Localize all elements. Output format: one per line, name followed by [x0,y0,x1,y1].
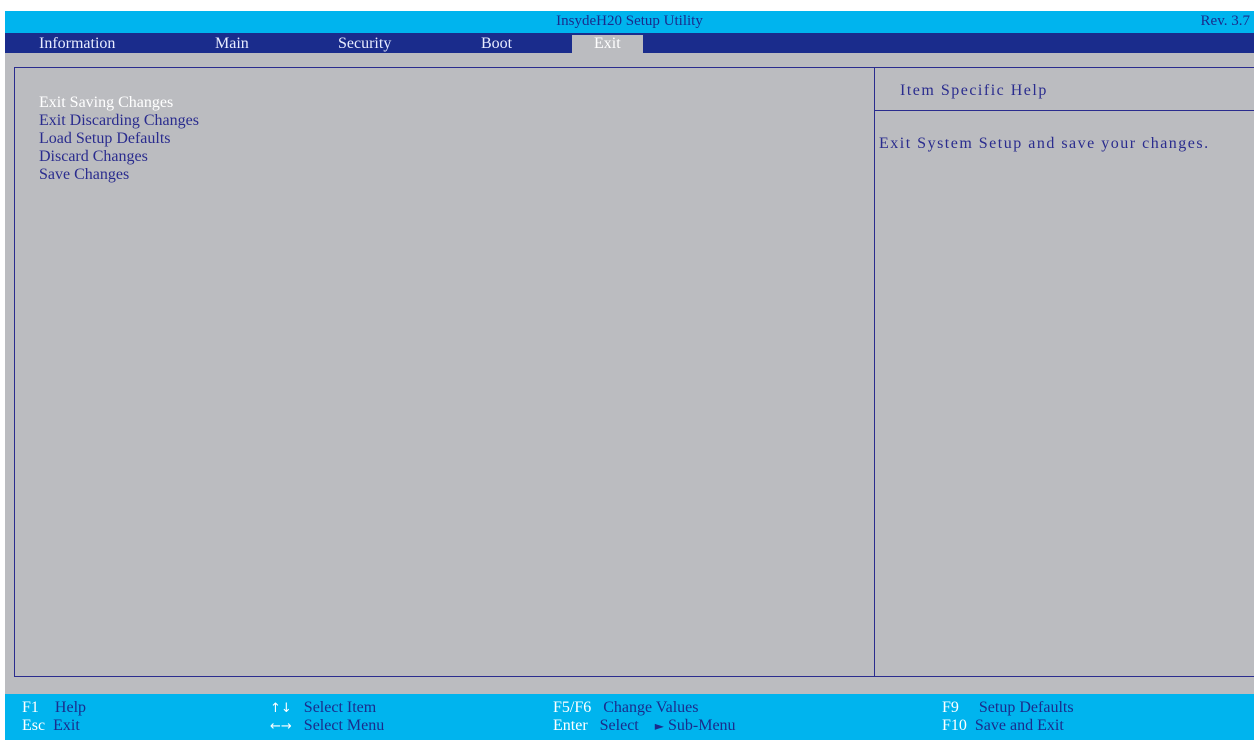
esc-desc: Exit [53,717,80,734]
f9-key: F9 [942,699,959,716]
tab-main[interactable]: Main [215,33,249,53]
help-separator [875,110,1254,111]
select-menu-desc: Select Menu [303,717,385,734]
legend-change-values: F5/F6 Change Values [553,699,699,717]
tab-security[interactable]: Security [338,33,391,53]
legend-select-menu: ←→ Select Menu [270,717,384,736]
f5f6-key: F5/F6 [553,699,592,716]
menu-bar: Information Main Security Boot Exit [5,33,1254,53]
tab-boot[interactable]: Boot [481,33,512,53]
submenu-desc: Sub-Menu [667,717,736,734]
f1-key: F1 [22,699,39,716]
legend-select-item: ↑↓ Select Item [270,699,376,718]
left-right-arrows-icon: ←→ [270,719,292,734]
app-title: InsydeH20 Setup Utility [556,13,703,29]
f10-desc: Save and Exit [974,717,1064,734]
change-values-desc: Change Values [603,699,699,716]
option-discard-changes[interactable]: Discard Changes [39,148,199,166]
tab-information[interactable]: Information [39,33,115,53]
help-panel-title: Item Specific Help [900,82,1048,99]
select-item-desc: Select Item [303,699,377,716]
option-load-setup-defaults[interactable]: Load Setup Defaults [39,130,199,148]
legend-f10: F10 Save and Exit [942,717,1064,735]
submenu-arrow-icon: ► [654,719,664,733]
legend-f1: F1 Help [22,699,86,717]
legend-enter: Enter Select ► Sub-Menu [553,717,736,735]
enter-key: Enter [553,717,588,734]
content-frame [14,67,1254,677]
esc-key: Esc [22,717,46,734]
option-exit-saving-changes[interactable]: Exit Saving Changes [39,94,199,112]
option-exit-discarding-changes[interactable]: Exit Discarding Changes [39,112,199,130]
main-panel: Exit Saving Changes Exit Discarding Chan… [5,53,1254,694]
enter-select-desc: Select [599,717,639,734]
panel-divider [874,67,875,677]
f10-key: F10 [942,717,967,734]
tab-exit[interactable]: Exit [572,35,643,53]
legend-f9: F9 Setup Defaults [942,699,1074,717]
exit-options-list: Exit Saving Changes Exit Discarding Chan… [39,94,199,184]
revision-label: Rev. 3.7 [1200,13,1250,29]
legend-esc: Esc Exit [22,717,80,735]
up-down-arrows-icon: ↑↓ [270,701,292,716]
f9-desc: Setup Defaults [978,699,1074,716]
key-legend-footer: F1 Help Esc Exit ↑↓ Select Item ←→ Selec… [5,694,1254,740]
option-save-changes[interactable]: Save Changes [39,166,199,184]
title-bar: InsydeH20 Setup Utility Rev. 3.7 [5,11,1254,33]
help-text: Exit System Setup and save your changes. [879,135,1210,152]
f1-desc: Help [54,699,87,716]
